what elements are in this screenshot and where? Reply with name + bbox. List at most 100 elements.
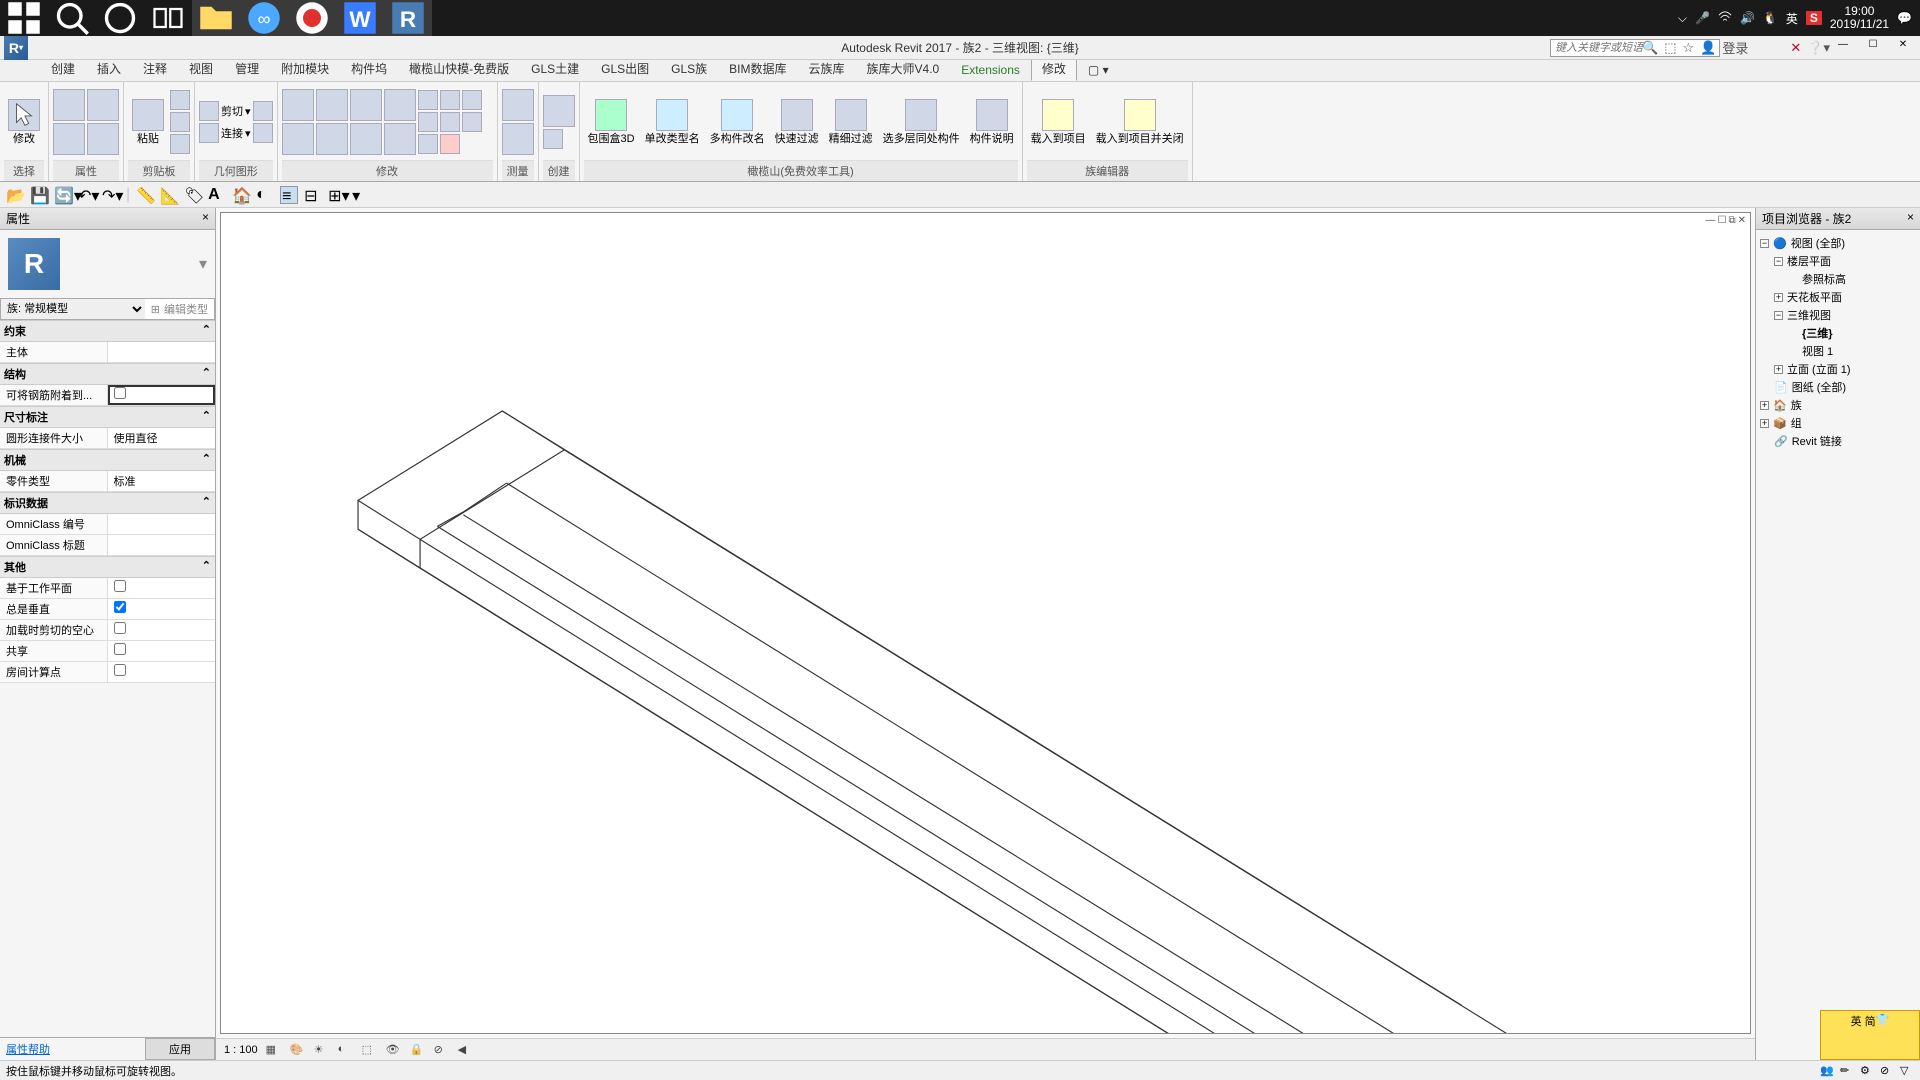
tab-context[interactable]: ▢ ▾	[1077, 59, 1120, 81]
switch-windows-icon[interactable]: ⊞▾	[328, 186, 346, 204]
collapse-icon[interactable]: ⌃	[202, 323, 211, 339]
baidu-app[interactable]: ∞	[240, 0, 288, 36]
tree-3d-current[interactable]: {三维}	[1760, 324, 1916, 342]
rotate-icon[interactable]	[350, 123, 382, 155]
scale-selector[interactable]: 1 : 100	[224, 1044, 258, 1056]
editable-only-icon[interactable]: ✏	[1840, 1064, 1854, 1078]
drawing-canvas[interactable]: — ☐ ⧉ ✕	[220, 212, 1751, 1034]
info-button[interactable]: 构件说明	[966, 97, 1018, 147]
shadows-icon[interactable]: ◐	[338, 1043, 354, 1057]
create-similar-icon[interactable]	[543, 95, 575, 127]
prop-room-val[interactable]	[108, 662, 216, 682]
mirror-icon[interactable]	[350, 89, 382, 121]
pin-icon[interactable]	[418, 112, 438, 132]
unpin-icon[interactable]	[440, 112, 460, 132]
multifloor-button[interactable]: 选多层同处构件	[879, 97, 964, 147]
copy-icon[interactable]	[170, 112, 190, 132]
start-button[interactable]	[0, 0, 48, 36]
match-icon[interactable]	[170, 134, 190, 154]
ime-floating-bar[interactable]: 英 简 👕	[1820, 1010, 1920, 1060]
app-menu-button[interactable]: R▾	[4, 36, 28, 60]
crop-visible-icon[interactable]: 👁	[386, 1043, 402, 1057]
favorite-icon[interactable]: ☆	[1683, 40, 1695, 56]
browser-header[interactable]: 项目浏览器 - 族2×	[1756, 208, 1920, 230]
tree-3d-view1[interactable]: 视图 1	[1760, 342, 1916, 360]
array-icon[interactable]	[440, 90, 460, 110]
trim-icon[interactable]	[384, 89, 416, 121]
prop-cut-val[interactable]	[108, 620, 216, 640]
explorer-app[interactable]	[192, 0, 240, 36]
close-button[interactable]: ✕	[1888, 35, 1918, 53]
maximize-button[interactable]: ☐	[1858, 35, 1888, 53]
type-props-icon[interactable]	[53, 123, 85, 155]
view-close-icon[interactable]: ✕	[1738, 215, 1746, 226]
ime-icon[interactable]: S	[1806, 11, 1822, 25]
prop-omni-num-val[interactable]	[108, 514, 216, 534]
cut-icon[interactable]	[170, 90, 190, 110]
view-min-icon[interactable]: —	[1706, 215, 1716, 226]
fine-filter-button[interactable]: 精细过滤	[825, 97, 877, 147]
rebar-checkbox[interactable]	[114, 387, 126, 399]
dropdown-icon[interactable]: ▾	[245, 127, 251, 140]
tree-ceiling[interactable]: +天花板平面	[1760, 288, 1916, 306]
section-icon[interactable]: ◐	[256, 186, 274, 204]
plus-icon[interactable]: +	[1774, 365, 1783, 374]
mic-icon[interactable]: 🎤	[1695, 11, 1710, 25]
share-checkbox[interactable]	[114, 643, 126, 655]
apply-button[interactable]: 应用	[145, 1038, 215, 1060]
collapse-icon[interactable]: ⌃	[202, 366, 211, 382]
collapse-icon[interactable]: ⌃	[202, 495, 211, 511]
cope-icon[interactable]	[253, 101, 273, 121]
visual-style-icon[interactable]: 🎨	[290, 1043, 306, 1057]
3d-icon[interactable]: 🏠▾	[232, 186, 250, 204]
extend-icon[interactable]	[384, 123, 416, 155]
tree-views[interactable]: −🔵 视图 (全部)	[1760, 234, 1916, 252]
detail-level-icon[interactable]: ▦	[266, 1043, 282, 1057]
dropdown-icon[interactable]: ▾	[245, 105, 251, 118]
thin-lines-icon[interactable]: ≡	[280, 186, 298, 204]
exclude-icon[interactable]: ⊘	[1880, 1064, 1894, 1078]
props-icon[interactable]	[53, 89, 85, 121]
notifications-icon[interactable]: 💬	[1897, 11, 1912, 25]
filter-icon[interactable]: ▽	[1900, 1064, 1914, 1078]
edit-type-button[interactable]: ⊞ 编辑类型	[145, 299, 214, 319]
sync-icon[interactable]: 🔄▾	[54, 186, 72, 204]
tray-expand-icon[interactable]: ⌵	[1678, 11, 1687, 26]
view-max-icon[interactable]: ☐	[1718, 215, 1727, 226]
revit-app[interactable]: R	[384, 0, 432, 36]
prop-host-val[interactable]	[108, 342, 216, 362]
reveal-icon[interactable]: ◀	[458, 1043, 474, 1057]
workplane-checkbox[interactable]	[114, 580, 126, 592]
prop-round-val[interactable]: 使用直径	[108, 428, 216, 448]
tree-sheets[interactable]: 📄 图纸 (全部)	[1760, 378, 1916, 396]
close-icon[interactable]: ×	[202, 210, 209, 227]
align-dim-icon[interactable]: 📐	[160, 186, 178, 204]
minus-icon[interactable]: −	[1760, 239, 1769, 248]
prop-part-val[interactable]: 标准	[108, 471, 216, 491]
family-types-icon[interactable]	[87, 89, 119, 121]
split-face-icon[interactable]	[253, 123, 273, 143]
demolish-icon[interactable]	[418, 134, 438, 154]
tree-elev[interactable]: +立面 (立面 1)	[1760, 360, 1916, 378]
bbox3d-button[interactable]: 包围盒3D	[584, 97, 639, 147]
save-icon[interactable]: 💾	[30, 186, 48, 204]
load-close-button[interactable]: 载入到项目并关闭	[1092, 97, 1188, 147]
search-button[interactable]	[48, 0, 96, 36]
lang-indicator[interactable]: 英	[1786, 10, 1798, 27]
measure-icon[interactable]	[502, 89, 534, 121]
split-icon[interactable]	[418, 90, 438, 110]
tag-icon[interactable]: 🏷	[184, 186, 202, 204]
tree-3d[interactable]: −三维视图	[1760, 306, 1916, 324]
exchange-icon[interactable]: ✕	[1790, 40, 1801, 56]
measure-qat-icon[interactable]: 📏	[136, 186, 154, 204]
properties-help-link[interactable]: 属性帮助	[0, 1038, 145, 1060]
collapse-icon[interactable]: ⌃	[202, 409, 211, 425]
type-dropdown-icon[interactable]: ▾	[199, 254, 207, 274]
single-rename-button[interactable]: 单改类型名	[641, 97, 704, 147]
tree-families[interactable]: +🏠 族	[1760, 396, 1916, 414]
prop-workplane-val[interactable]	[108, 578, 216, 598]
prop-rebar-val[interactable]	[108, 385, 216, 405]
plus-icon[interactable]: +	[1774, 293, 1783, 302]
login-link[interactable]: 登录	[1722, 38, 1748, 57]
fast-filter-button[interactable]: 快速过滤	[771, 97, 823, 147]
